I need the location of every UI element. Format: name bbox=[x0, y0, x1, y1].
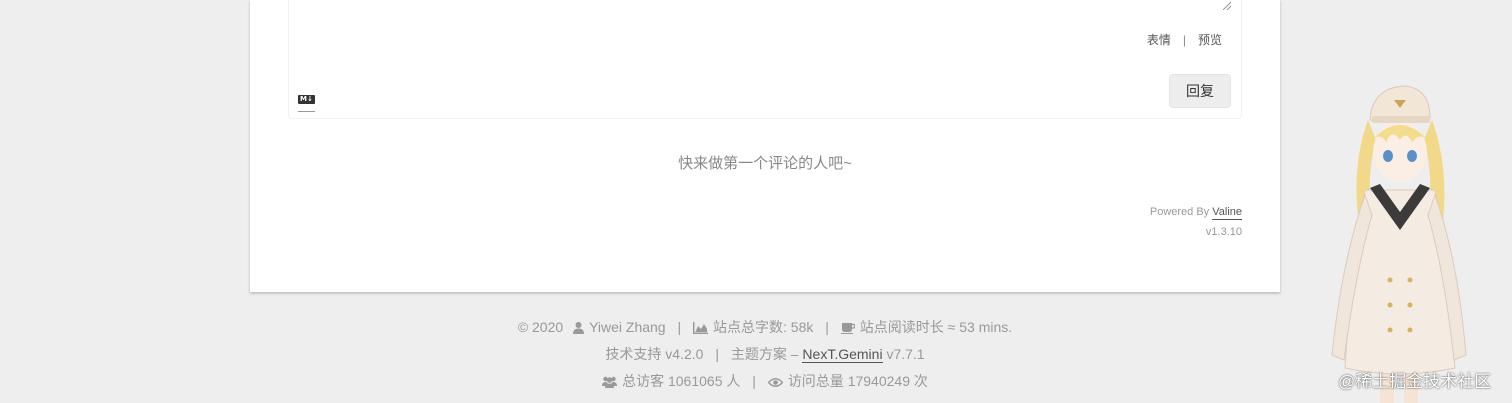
live2d-mascot[interactable] bbox=[1320, 80, 1470, 403]
footer-separator: | bbox=[825, 319, 829, 335]
editor-tools: 表情 | 预览 bbox=[1147, 31, 1222, 48]
textarea-resize-handle[interactable] bbox=[1223, 2, 1231, 10]
site-footer: © 2020 Yiwei Zhang | 站点总字数: 58k | 站点阅读时长… bbox=[250, 314, 1280, 395]
theme-prefix: 主题方案 – bbox=[730, 346, 799, 362]
empty-comments-message: 快来做第一个评论的人吧~ bbox=[678, 155, 852, 172]
reading-time: 站点阅读时长 ≈ 53 mins. bbox=[859, 319, 1013, 335]
footer-separator: | bbox=[677, 319, 682, 335]
valine-link[interactable]: Valine bbox=[1212, 206, 1242, 220]
user-icon bbox=[573, 322, 585, 334]
eye-icon bbox=[767, 378, 783, 387]
emoji-button[interactable]: 表情 bbox=[1147, 31, 1171, 48]
footer-line-2: 技术支持 v4.2.0 | 主题方案 – NexT.Gemini v7.7.1 bbox=[250, 341, 1280, 368]
coffee-icon bbox=[840, 323, 855, 334]
word-count: 站点总字数: 58k bbox=[713, 319, 814, 335]
tools-divider: | bbox=[1182, 32, 1186, 47]
reply-button[interactable]: 回复 bbox=[1169, 74, 1231, 108]
comments-card: 表情 | 预览 M↓ 回复 快来做第一个评论的人吧~ Powered By Va… bbox=[250, 0, 1280, 292]
author-name: Yiwei Zhang bbox=[589, 319, 666, 335]
powered-by: Powered By Valine v1.3.10 bbox=[1150, 206, 1242, 238]
footer-separator: | bbox=[715, 346, 719, 362]
visitor-count: 总访客 1061065 人 bbox=[622, 373, 741, 389]
markdown-link[interactable]: M↓ bbox=[298, 88, 315, 112]
markdown-icon: M↓ bbox=[298, 95, 315, 104]
users-icon bbox=[602, 376, 618, 388]
footer-line-1: © 2020 Yiwei Zhang | 站点总字数: 58k | 站点阅读时长… bbox=[250, 314, 1280, 341]
page-view-count: 访问总量 17940249 次 bbox=[787, 373, 928, 389]
footer-line-3: 总访客 1061065 人 | 访问总量 17940249 次 bbox=[250, 368, 1280, 395]
footer-separator: | bbox=[752, 373, 756, 389]
powered-by-prefix: Powered By bbox=[1149, 206, 1210, 218]
theme-version: v7.7.1 bbox=[886, 346, 925, 362]
preview-button[interactable]: 预览 bbox=[1198, 31, 1222, 48]
juejin-watermark: @稀土掘金技术社区 bbox=[1338, 372, 1492, 391]
comment-editor: 表情 | 预览 M↓ 回复 bbox=[288, 0, 1242, 119]
valine-version: v1.3.10 bbox=[1205, 226, 1242, 238]
tech-support: 技术支持 v4.2.0 bbox=[605, 346, 704, 362]
theme-link[interactable]: NexT.Gemini bbox=[802, 346, 883, 363]
area-chart-icon bbox=[693, 322, 709, 334]
copyright: © 2020 bbox=[517, 319, 564, 335]
